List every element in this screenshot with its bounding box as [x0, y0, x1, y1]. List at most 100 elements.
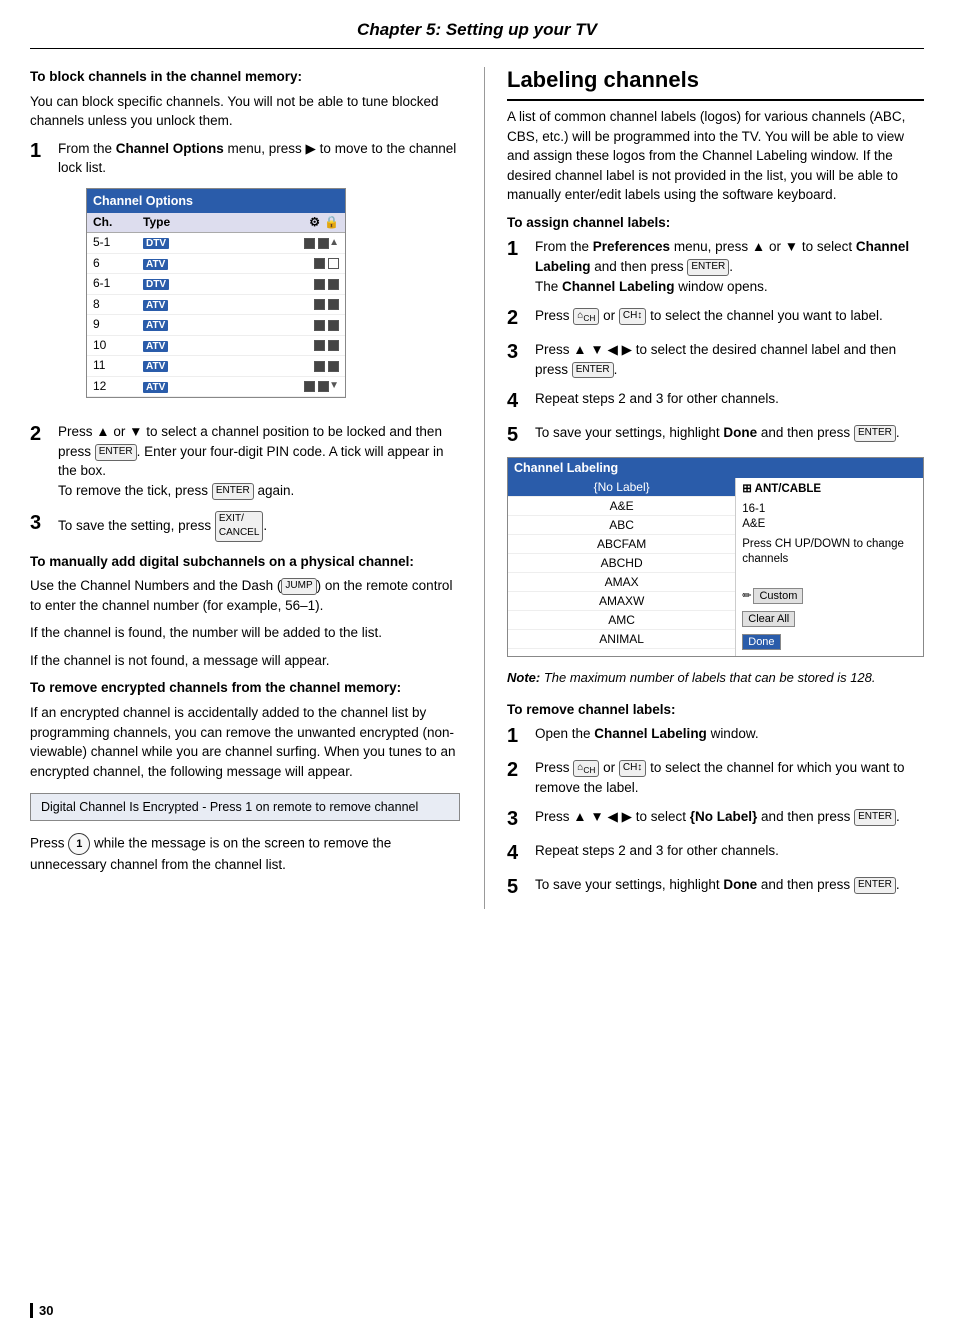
assign-step-num-4: 4 [507, 389, 535, 413]
remove-step-num-5: 5 [507, 875, 535, 899]
ant-cable-info: ⊞ ANT/CABLE [742, 482, 917, 498]
label-row-abcfam[interactable]: ABCFAM [508, 535, 735, 554]
step-3-content: To save the setting, press EXIT/CANCEL. [58, 511, 460, 542]
assign-step4-text: Repeat steps 2 and 3 for other channels. [535, 391, 779, 406]
done-button[interactable]: Done [742, 634, 780, 650]
assign-step-5-content: To save your settings, highlight Done an… [535, 423, 924, 443]
gear-icon: ⚙ [309, 214, 320, 231]
manually-add-p3: If the channel is not found, a message w… [30, 651, 460, 671]
custom-button[interactable]: Custom [753, 588, 803, 604]
assign-step-2: 2 Press ⌂CH or CH↕ to select the channel… [507, 306, 924, 330]
block-channels-heading: To block channels in the channel memory: [30, 67, 460, 87]
col-icons-header: ⚙ 🔒 [309, 214, 339, 231]
box-filled [328, 361, 339, 372]
label-row-amax[interactable]: AMAX [508, 573, 735, 592]
remove-step-num-1: 1 [507, 724, 535, 748]
content-columns: To block channels in the channel memory:… [30, 67, 924, 909]
note-text: The maximum number of labels that can be… [544, 670, 876, 685]
label-row-amaxw[interactable]: AMAXW [508, 592, 735, 611]
label-row-no-label[interactable]: {No Label} [508, 478, 735, 497]
ch-type: ATV [143, 255, 314, 273]
ch-type: ATV [143, 378, 304, 396]
assign-step-num-5: 5 [507, 423, 535, 447]
labeling-col-labels: {No Label} A&E ABC ABCFAM ABCHD AMAX AMA… [508, 478, 736, 656]
box-filled [328, 299, 339, 310]
type-badge: ATV [143, 320, 168, 331]
press-instruction: Press 1 while the message is on the scre… [30, 833, 460, 875]
step2-remove-tick: To remove the tick, press ENTER again. [58, 483, 294, 498]
ch-boxes [314, 299, 339, 310]
ch-type: ATV [143, 337, 314, 355]
step-num-2: 2 [30, 422, 58, 446]
labeling-table-body: {No Label} A&E ABC ABCFAM ABCHD AMAX AMA… [508, 478, 923, 656]
remove-labels-heading: To remove channel labels: [507, 700, 924, 720]
manually-add-heading: To manually add digital subchannels on a… [30, 552, 460, 572]
channel-row: 9 ATV [87, 315, 345, 336]
enter-key2: ENTER [212, 483, 254, 500]
remove-step5-text: To save your settings, highlight Done an… [535, 877, 900, 892]
type-badge: ATV [143, 259, 168, 270]
assign-step-1-content: From the Preferences menu, press ▲ or ▼ … [535, 237, 924, 296]
enter-key: ENTER [95, 444, 137, 461]
jump-key: JUMP [281, 578, 316, 595]
label-row-amc[interactable]: AMC [508, 611, 735, 630]
enter-key-remove5: ENTER [854, 877, 896, 894]
channel-options-cols: Ch. Type ⚙ 🔒 [87, 213, 345, 233]
ch-type: DTV [143, 275, 314, 293]
assign-step-3-content: Press ▲ ▼ ◀ ▶ to select the desired chan… [535, 340, 924, 379]
enter-key-assign: ENTER [687, 259, 729, 276]
enter-key-remove3: ENTER [854, 809, 896, 826]
ch-type: ATV [143, 357, 314, 375]
assign-step1-opens: The Channel Labeling window opens. [535, 279, 768, 294]
remove-step3-text: Press ▲ ▼ ◀ ▶ to select {No Label} and t… [535, 809, 900, 824]
assign-labels-heading: To assign channel labels: [507, 213, 924, 233]
box-filled [314, 279, 325, 290]
ch-num: 12 [93, 378, 143, 395]
type-badge: DTV [143, 238, 169, 249]
enter-key-step5: ENTER [854, 425, 896, 442]
type-badge: ATV [143, 361, 168, 372]
remove-encrypted-heading: To remove encrypted channels from the ch… [30, 678, 460, 698]
clear-all-button[interactable]: Clear All [742, 611, 795, 627]
step-1-block: 1 From the Channel Options menu, press ▶… [30, 139, 460, 413]
ch-boxes [314, 361, 339, 372]
step-1-content: From the Channel Options menu, press ▶ t… [58, 139, 460, 413]
step2-text: Press ▲ or ▼ to select a channel positio… [58, 424, 444, 478]
box-filled [314, 340, 325, 351]
ch-boxes [304, 238, 329, 249]
assign-step-num-2: 2 [507, 306, 535, 330]
left-column: To block channels in the channel memory:… [30, 67, 460, 909]
remove-step-num-3: 3 [507, 807, 535, 831]
channel-row: 6 ATV [87, 254, 345, 275]
scroll-arrow-up: ▲ [329, 236, 339, 251]
channel-row: 6-1 DTV [87, 274, 345, 295]
ch-updown-key: CH↕ [619, 308, 646, 325]
remove-step-5-content: To save your settings, highlight Done an… [535, 875, 924, 895]
lock-icon: 🔒 [324, 214, 339, 231]
assign-step-4: 4 Repeat steps 2 and 3 for other channel… [507, 389, 924, 413]
assign-step-num-3: 3 [507, 340, 535, 364]
remove-encrypted-p1: If an encrypted channel is accidentally … [30, 703, 460, 781]
ch-num: 6 [93, 255, 143, 272]
press-ch-info: Press CH UP/DOWN to change channels [742, 537, 917, 568]
remove-step-2: 2 Press ⌂CH or CH↕ to select the channel… [507, 758, 924, 797]
pencil-icon: ✏ [742, 590, 751, 602]
col-type-header: Type [143, 214, 309, 231]
remove-step-1-content: Open the Channel Labeling window. [535, 724, 924, 744]
encrypted-box-text: Digital Channel Is Encrypted - Press 1 o… [41, 800, 418, 814]
label-row-animal[interactable]: ANIMAL [508, 630, 735, 649]
channel-labeling-table: Channel Labeling {No Label} A&E ABC ABCF… [507, 457, 924, 657]
page-wrapper: Chapter 5: Setting up your TV To block c… [0, 0, 954, 1336]
remove-step-2-content: Press ⌂CH or CH↕ to select the channel f… [535, 758, 924, 797]
press-ch-text: Press CH UP/DOWN to change channels [742, 538, 904, 566]
labeling-channels-heading: Labeling channels [507, 67, 924, 101]
label-row-ae[interactable]: A&E [508, 497, 735, 516]
remove-step-num-4: 4 [507, 841, 535, 865]
label-row-abchd[interactable]: ABCHD [508, 554, 735, 573]
label-row-abc[interactable]: ABC [508, 516, 735, 535]
labeling-intro: A list of common channel labels (logos) … [507, 107, 924, 205]
assign-step-1: 1 From the Preferences menu, press ▲ or … [507, 237, 924, 296]
box-filled [314, 299, 325, 310]
remove-step-3-content: Press ▲ ▼ ◀ ▶ to select {No Label} and t… [535, 807, 924, 827]
ch-boxes [314, 340, 339, 351]
